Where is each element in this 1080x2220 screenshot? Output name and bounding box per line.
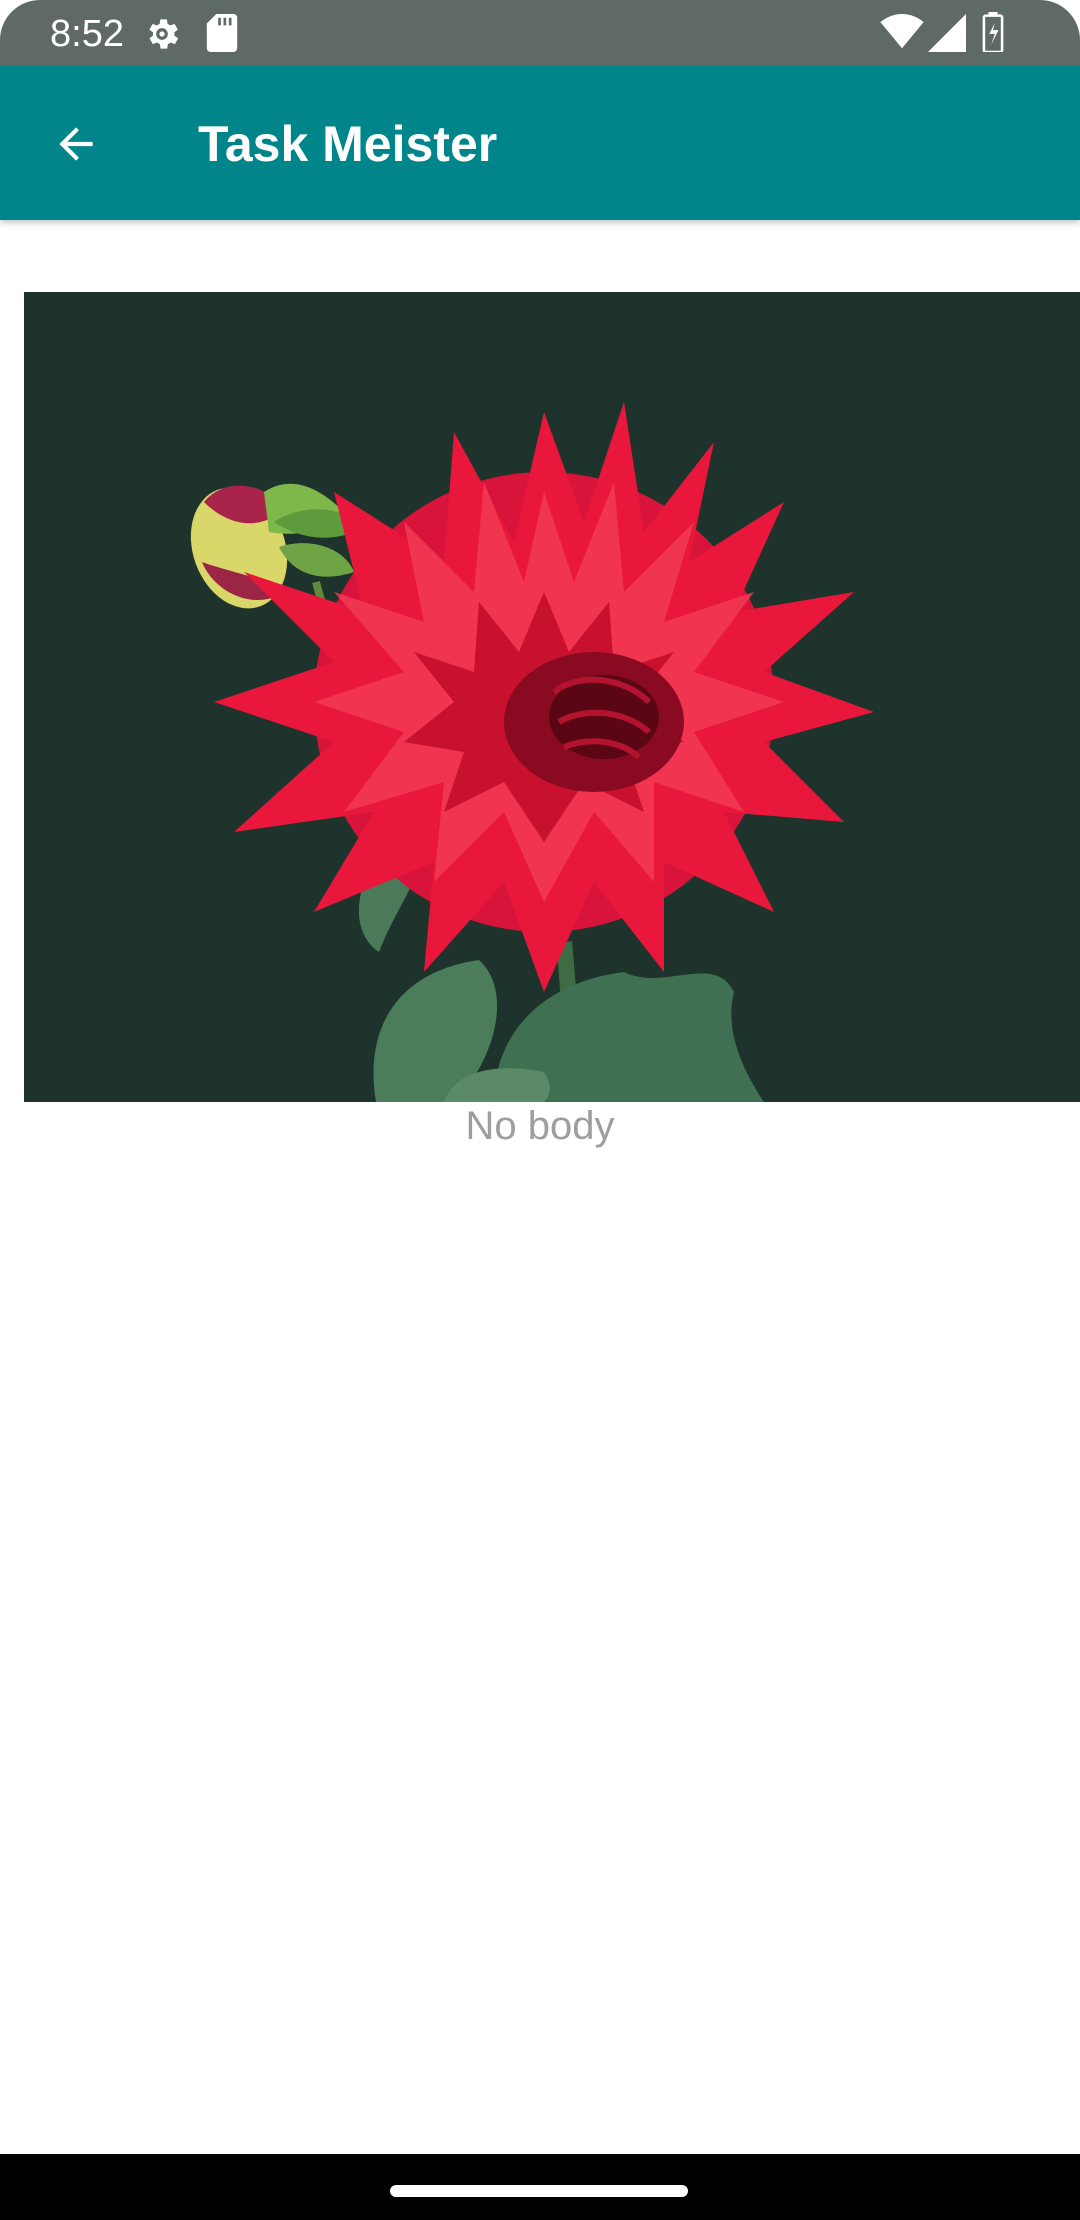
settings-icon xyxy=(149,19,179,49)
sd-card-icon xyxy=(206,14,238,52)
wifi-icon xyxy=(880,14,924,49)
arrow-back-icon xyxy=(59,127,93,161)
app-bar: Task Meister xyxy=(0,66,1080,220)
battery-icon xyxy=(982,12,1004,52)
home-gesture-handle[interactable] xyxy=(390,2185,688,2197)
status-time: 8:52 xyxy=(50,13,124,55)
status-bar: 8:52 xyxy=(0,0,1080,66)
signal-icon xyxy=(928,14,966,52)
dahlia-photo xyxy=(24,292,1080,1102)
back-button[interactable] xyxy=(34,102,118,186)
app-title: Task Meister xyxy=(198,116,498,172)
task-body-text: No body xyxy=(465,1104,615,1148)
task-image[interactable] xyxy=(24,292,1080,1102)
